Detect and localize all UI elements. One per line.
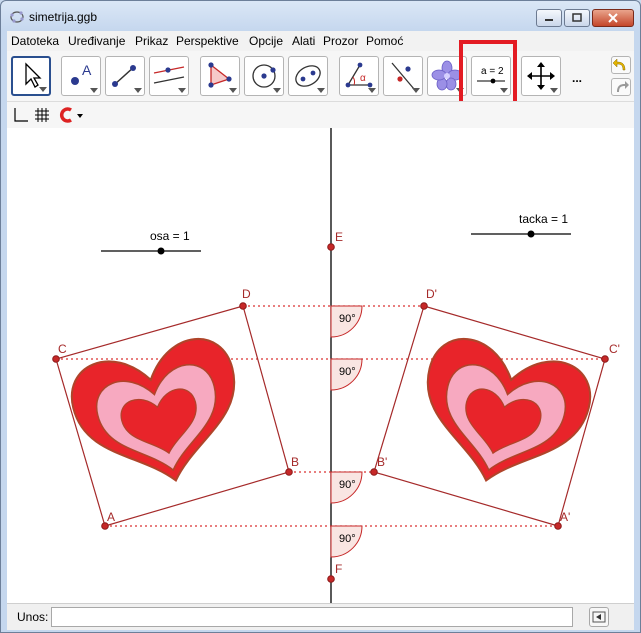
svg-text:α: α: [360, 73, 366, 84]
move-view-tool-button[interactable]: [521, 56, 561, 96]
undo-icon: [612, 58, 626, 71]
original-heart-image[interactable]: [63, 330, 257, 502]
minimize-icon: [545, 19, 553, 21]
window-title: simetrija.ggb: [29, 10, 98, 24]
point-label: E: [335, 230, 343, 244]
point-e[interactable]: [327, 243, 335, 251]
point-label: D: [242, 287, 251, 301]
grid-toggle-icon[interactable]: [33, 106, 51, 124]
menu-uredjivanje[interactable]: Uređivanje: [68, 34, 125, 48]
point-label: C: [58, 342, 67, 356]
slider-tool-button[interactable]: a = 2: [471, 56, 511, 96]
angle-label: 90°: [339, 313, 356, 325]
geogebra-app-icon: [10, 11, 24, 23]
menu-prozor[interactable]: Prozor: [323, 34, 358, 48]
slider-handle[interactable]: [157, 247, 165, 255]
input-field[interactable]: [51, 607, 573, 627]
segment-tool-button[interactable]: [105, 56, 145, 96]
menu-pomoc[interactable]: Pomoć: [366, 34, 403, 48]
more-tools-button[interactable]: ...: [572, 71, 582, 85]
slider-tacka[interactable]: tacka = 1: [471, 212, 571, 238]
input-help-button[interactable]: [589, 607, 609, 627]
toolbar: A α a = 2 ...: [7, 51, 634, 101]
point-f[interactable]: [327, 575, 335, 583]
slider-label: osa = 1: [150, 229, 190, 243]
move-tool-button[interactable]: [11, 56, 51, 96]
slider-handle[interactable]: [527, 230, 535, 238]
slider-label: tacka = 1: [519, 212, 568, 226]
point-c-prime[interactable]: [601, 355, 609, 363]
point-tool-button[interactable]: A: [61, 56, 101, 96]
undo-button[interactable]: [611, 56, 631, 74]
style-bar: [7, 101, 634, 129]
angle-label: 90°: [339, 533, 356, 545]
menu-datoteka[interactable]: Datoteka: [11, 34, 59, 48]
point-b[interactable]: [285, 468, 293, 476]
point-label: B': [377, 455, 387, 469]
dropdown-arrow-icon[interactable]: [75, 106, 93, 124]
circle-tool-button[interactable]: [244, 56, 284, 96]
slider-osa[interactable]: osa = 1: [101, 229, 201, 255]
app-window: simetrija.ggb Datoteka Uređivanje Prikaz…: [0, 0, 641, 633]
angle-label: 90°: [339, 366, 356, 378]
maximize-icon: [572, 13, 582, 22]
menu-bar: Datoteka Uređivanje Prikaz Perspektive O…: [7, 31, 634, 51]
point-d[interactable]: [239, 302, 247, 310]
input-label: Unos:: [17, 610, 49, 624]
point-label: F: [335, 562, 342, 576]
point-d-prime[interactable]: [420, 302, 428, 310]
redo-button[interactable]: [611, 78, 631, 96]
point-c[interactable]: [52, 355, 60, 363]
polygon-tool-button[interactable]: [200, 56, 240, 96]
parallel-line-tool-button[interactable]: [149, 56, 189, 96]
angle-label: 90°: [339, 479, 356, 491]
close-button[interactable]: [592, 9, 634, 27]
point-label: C': [609, 342, 620, 356]
point-label: B: [291, 455, 299, 469]
title-bar: simetrija.ggb: [1, 1, 640, 31]
graphics-view[interactable]: 90° 90° 90° 90° A B C D E F A' B' C' D' …: [7, 128, 634, 603]
menu-alati[interactable]: Alati: [292, 34, 315, 48]
svg-text:A: A: [82, 62, 92, 78]
geometry-canvas: 90° 90° 90° 90° A B C D E F A' B' C' D' …: [52, 128, 620, 603]
redo-icon: [617, 81, 629, 92]
special-object-tool-button[interactable]: [427, 56, 467, 96]
point-b-prime[interactable]: [370, 468, 378, 476]
input-bar: Unos:: [7, 603, 634, 630]
angle-tool-button[interactable]: α: [339, 56, 379, 96]
slider-tool-label: a = 2: [481, 66, 504, 77]
reflected-heart-image[interactable]: [405, 330, 599, 502]
menu-perspektive[interactable]: Perspektive: [176, 34, 239, 48]
point-capturing-icon[interactable]: [57, 106, 75, 124]
point-label: A': [560, 510, 570, 524]
point-label: A: [107, 510, 115, 524]
triangle-left-icon: [592, 611, 606, 623]
point-label: D': [426, 287, 437, 301]
reflect-tool-button[interactable]: [383, 56, 423, 96]
axes-toggle-icon[interactable]: [11, 106, 29, 124]
close-icon: [608, 13, 618, 23]
minimize-button[interactable]: [536, 9, 562, 27]
angle-markers: [330, 305, 363, 558]
ellipse-tool-button[interactable]: [288, 56, 328, 96]
maximize-button[interactable]: [564, 9, 590, 27]
menu-prikaz[interactable]: Prikaz: [135, 34, 168, 48]
menu-opcije[interactable]: Opcije: [249, 34, 283, 48]
